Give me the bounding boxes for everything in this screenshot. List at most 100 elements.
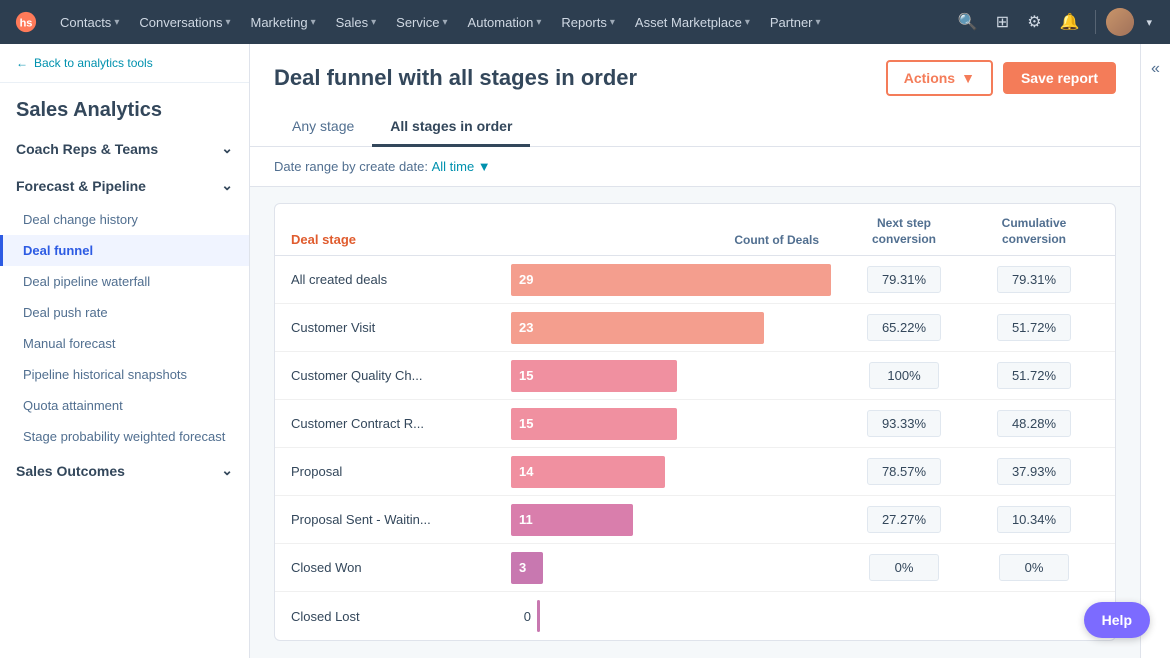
nav-service[interactable]: Service ▾ (388, 11, 455, 34)
nav-reports[interactable]: Reports ▾ (553, 11, 623, 34)
account-chevron-icon[interactable]: ▾ (1140, 10, 1158, 35)
cumulative-conversion: 79.31% (969, 266, 1099, 293)
col-header-cumulative: Cumulativeconversion (969, 216, 1099, 247)
stage-name: Proposal (291, 464, 511, 479)
chevron-down-icon: ▾ (610, 17, 615, 28)
back-arrow-icon: ← (16, 56, 28, 70)
table-row: All created deals2979.31%79.31% (275, 256, 1115, 304)
sidebar-section-header-forecast[interactable]: Forecast & Pipeline ⌄ (0, 167, 249, 204)
sidebar-nav-item-deal-push[interactable]: Deal push rate (0, 297, 249, 328)
bar-count-label: 15 (519, 368, 533, 383)
help-button[interactable]: Help (1084, 602, 1150, 638)
chevron-down-icon: ▾ (371, 17, 376, 28)
table-header: Deal stage Count of Deals Next stepconve… (275, 204, 1115, 256)
table-row: Proposal Sent - Waitin... 11 27.27%10.34% (275, 496, 1115, 544)
stage-name: Closed Lost (291, 609, 511, 624)
next-step-conversion: 78.57% (839, 458, 969, 485)
notifications-icon[interactable]: 🔔 (1054, 6, 1086, 38)
right-panel-collapse[interactable]: « (1140, 44, 1170, 658)
sidebar-title: Sales Analytics (0, 83, 249, 130)
stage-name: Customer Visit (291, 320, 511, 335)
sidebar: ← Back to analytics tools Sales Analytic… (0, 44, 250, 658)
save-report-button[interactable]: Save report (1003, 62, 1116, 94)
cumulative-conversion: 37.93% (969, 458, 1099, 485)
funnel-table: Deal stage Count of Deals Next stepconve… (274, 203, 1116, 641)
hubspot-logo[interactable]: hs (12, 8, 40, 36)
bar-fill: 15 (511, 408, 677, 440)
bar-cell[interactable]: 23 (511, 312, 839, 344)
bar-track: 15 (511, 360, 831, 392)
nav-sales[interactable]: Sales ▾ (328, 11, 385, 34)
bar-track: 11 (511, 504, 831, 536)
sidebar-nav-item-pipeline-snapshots[interactable]: Pipeline historical snapshots (0, 359, 249, 390)
bar-track: 15 (511, 408, 831, 440)
chevron-down-icon: ⌄ (221, 462, 233, 479)
tab-any-stage[interactable]: Any stage (274, 108, 372, 147)
back-to-analytics-tools[interactable]: ← Back to analytics tools (0, 44, 249, 83)
nav-automation[interactable]: Automation ▾ (460, 11, 550, 34)
bar-cell[interactable]: 15 (511, 360, 839, 392)
nav-contacts[interactable]: Contacts ▾ (52, 11, 127, 34)
bar-cell[interactable]: 14 (511, 456, 839, 488)
col-header-next-step: Next stepconversion (839, 216, 969, 247)
bar-fill: 23 (511, 312, 764, 344)
chevron-down-icon: ▾ (536, 17, 541, 28)
sidebar-nav-item-stage-probability[interactable]: Stage probability weighted forecast (0, 421, 249, 452)
count-label: 0 (511, 609, 531, 624)
bar-cell[interactable]: 3 (511, 552, 839, 584)
nav-partner[interactable]: Partner ▾ (762, 11, 829, 34)
nav-asset-marketplace[interactable]: Asset Marketplace ▾ (627, 11, 758, 34)
sidebar-nav-item-deal-funnel[interactable]: Deal funnel (0, 235, 249, 266)
sidebar-section-header-outcomes[interactable]: Sales Outcomes ⌄ (0, 452, 249, 489)
sidebar-section-forecast: Forecast & Pipeline ⌄ Deal change histor… (0, 167, 249, 452)
nav-divider (1095, 10, 1096, 34)
col-header-deal-stage: Deal stage (291, 232, 511, 247)
bar-cell[interactable]: 15 (511, 408, 839, 440)
bar-track: 23 (511, 312, 831, 344)
sidebar-section-outcomes: Sales Outcomes ⌄ (0, 452, 249, 489)
tab-all-stages-in-order[interactable]: All stages in order (372, 108, 530, 147)
next-step-conversion: 79.31% (839, 266, 969, 293)
avatar[interactable] (1106, 8, 1134, 36)
nav-conversations[interactable]: Conversations ▾ (131, 11, 238, 34)
stage-name: Customer Contract R... (291, 416, 511, 431)
bar-fill (537, 600, 540, 632)
cumulative-conversion: 48.28% (969, 410, 1099, 437)
sidebar-nav-item-quota[interactable]: Quota attainment (0, 390, 249, 421)
actions-button[interactable]: Actions ▼ (886, 60, 993, 96)
sidebar-nav-item-deal-change[interactable]: Deal change history (0, 204, 249, 235)
col-header-count: Count of Deals (511, 233, 839, 247)
next-step-conversion: 93.33% (839, 410, 969, 437)
sidebar-section-coach: Coach Reps & Teams ⌄ (0, 130, 249, 167)
avatar-image (1106, 8, 1134, 36)
sidebar-nav-item-manual-forecast[interactable]: Manual forecast (0, 328, 249, 359)
nav-marketing[interactable]: Marketing ▾ (242, 11, 323, 34)
bar-cell[interactable]: 0 (511, 600, 839, 632)
cumulative-conversion: 0% (969, 554, 1099, 581)
next-step-conversion: 65.22% (839, 314, 969, 341)
bar-track: 29 (511, 264, 831, 296)
apps-icon[interactable]: ⊞ (990, 6, 1015, 38)
chevron-down-icon: ▾ (225, 17, 230, 28)
next-step-conversion: 0% (839, 554, 969, 581)
next-step-conversion: 27.27% (839, 506, 969, 533)
table-row: Customer Visit2365.22%51.72% (275, 304, 1115, 352)
bar-count-label: 11 (519, 512, 533, 527)
bar-fill: 15 (511, 360, 677, 392)
search-icon[interactable]: 🔍 (952, 6, 984, 38)
settings-icon[interactable]: ⚙ (1021, 6, 1047, 38)
stage-name: Proposal Sent - Waitin... (291, 512, 511, 527)
date-range-selector[interactable]: All time ▼ (432, 159, 491, 174)
bar-count-label: 15 (519, 416, 533, 431)
bar-fill: 3 (511, 552, 543, 584)
bar-fill: 11 (511, 504, 633, 536)
sidebar-section-header-coach[interactable]: Coach Reps & Teams ⌄ (0, 130, 249, 167)
chevron-down-icon: ▾ (311, 17, 316, 28)
cumulative-conversion: 10.34% (969, 506, 1099, 533)
sidebar-nav-item-pipeline-waterfall[interactable]: Deal pipeline waterfall (0, 266, 249, 297)
table-row: Closed Won30%0% (275, 544, 1115, 592)
bar-cell[interactable]: 11 (511, 504, 839, 536)
svg-text:hs: hs (20, 18, 33, 30)
page-header: Deal funnel with all stages in order Act… (250, 44, 1140, 147)
bar-cell[interactable]: 29 (511, 264, 839, 296)
